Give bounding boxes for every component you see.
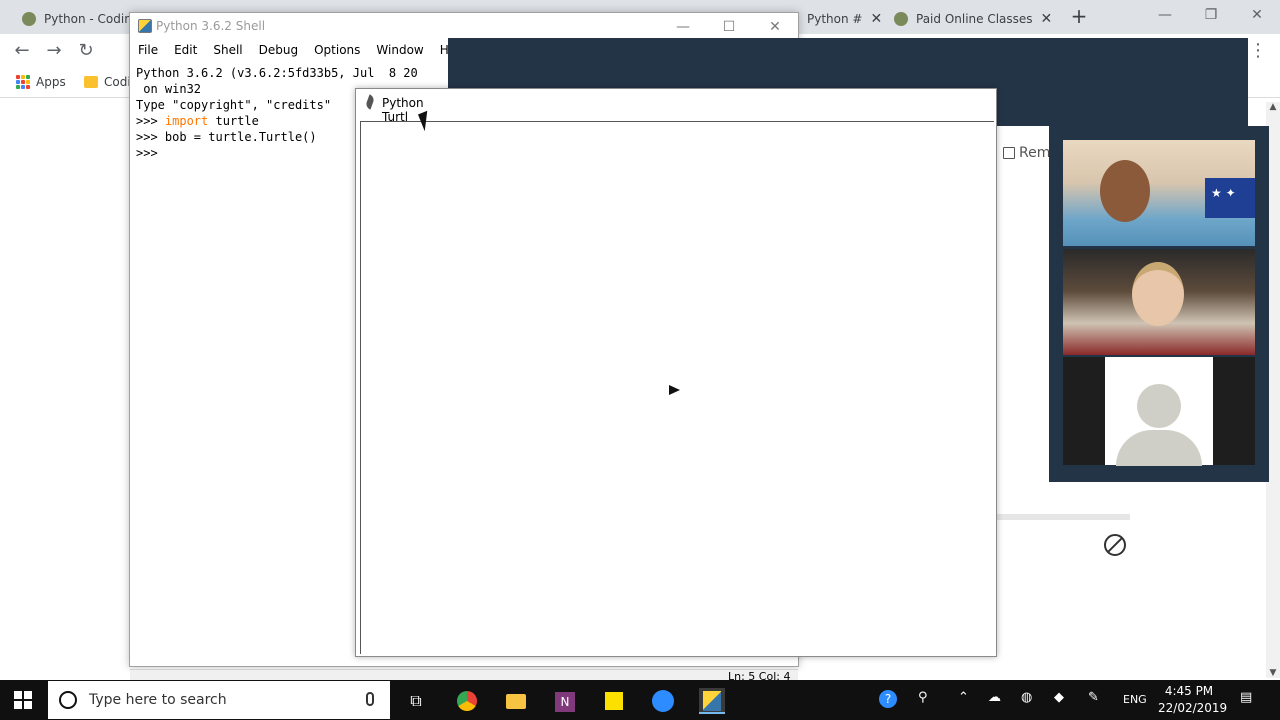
- chrome-icon[interactable]: [454, 688, 480, 714]
- menu-edit[interactable]: Edit: [166, 41, 205, 61]
- browser-restore-button[interactable]: ❐: [1188, 4, 1234, 28]
- feather-icon: [364, 94, 376, 110]
- folder-icon: [84, 76, 98, 88]
- cortana-icon: [59, 691, 77, 709]
- taskbar-clock[interactable]: 4:45 PM 22/02/2019: [1158, 683, 1228, 717]
- chevron-up-icon[interactable]: ⌃: [958, 690, 969, 705]
- browser-close-button[interactable]: ✕: [1234, 4, 1280, 28]
- microphone-icon[interactable]: [366, 692, 374, 706]
- menu-shell[interactable]: Shell: [205, 41, 250, 61]
- menu-file[interactable]: File: [130, 41, 166, 61]
- remove-button[interactable]: Rem: [1003, 145, 1050, 161]
- tab-label: Python - Coding: [44, 12, 130, 26]
- clock-date: 22/02/2019: [1158, 701, 1228, 715]
- shell-minimize-button[interactable]: —: [660, 15, 706, 39]
- flag-decoration: [1205, 178, 1255, 218]
- menu-options[interactable]: Options: [306, 41, 368, 61]
- bookmark-label: Codi: [104, 75, 131, 89]
- avatar-head-icon: [1137, 384, 1181, 428]
- participant-face: [1100, 160, 1150, 222]
- shell-close-button[interactable]: ✕: [752, 15, 798, 39]
- owl-favicon-icon: [22, 12, 36, 26]
- panel-divider: [996, 514, 1130, 520]
- scroll-up-arrow-icon[interactable]: ▲: [1266, 102, 1280, 112]
- file-explorer-icon[interactable]: [503, 688, 529, 714]
- zoom-icon[interactable]: [650, 688, 676, 714]
- prompt: >>>: [136, 114, 165, 128]
- bookmark-apps[interactable]: Apps: [16, 75, 66, 89]
- tab-close-icon[interactable]: ✕: [870, 11, 881, 27]
- sticky-notes-icon[interactable]: [601, 688, 627, 714]
- task-view-icon[interactable]: ⧉: [403, 688, 429, 714]
- shell-maximize-button[interactable]: ☐: [706, 15, 752, 39]
- shell-titlebar[interactable]: Python 3.6.2 Shell — ☐ ✕: [130, 13, 798, 41]
- taskbar-search-box[interactable]: Type here to search: [48, 681, 390, 719]
- windows-start-icon[interactable]: [14, 691, 32, 709]
- shell-title: Python 3.6.2 Shell: [156, 19, 266, 33]
- tab-python-coding[interactable]: Python - Coding: [14, 4, 130, 34]
- dropbox-icon[interactable]: ◆: [1054, 690, 1064, 705]
- tab-label: Paid Online Classes: [916, 12, 1033, 26]
- tab-close-icon[interactable]: ✕: [1041, 11, 1053, 27]
- bookmark-label: Apps: [36, 75, 66, 89]
- participant-face: [1132, 262, 1184, 326]
- python-icon: [138, 19, 152, 33]
- forward-arrow-icon[interactable]: →: [42, 40, 66, 62]
- browser-menu-icon[interactable]: ⋮: [1246, 40, 1270, 62]
- owl-favicon-icon: [894, 12, 908, 26]
- bookmark-coding[interactable]: Codi: [84, 75, 131, 89]
- people-icon[interactable]: ⚲: [918, 690, 928, 705]
- search-placeholder: Type here to search: [89, 692, 227, 708]
- code-text: turtle: [208, 114, 259, 128]
- block-icon[interactable]: [1104, 534, 1126, 556]
- pen-icon[interactable]: ✎: [1088, 690, 1099, 705]
- reload-icon[interactable]: ↻: [74, 40, 98, 62]
- menu-window[interactable]: Window: [368, 41, 431, 61]
- turtle-title: Python Turtl: [382, 96, 424, 124]
- help-icon[interactable]: ?: [879, 690, 897, 708]
- menu-debug[interactable]: Debug: [251, 41, 306, 61]
- notifications-icon[interactable]: ▤: [1240, 690, 1252, 705]
- keyword-import: import: [164, 114, 209, 128]
- scroll-down-arrow-icon[interactable]: ▼: [1266, 668, 1280, 678]
- onenote-icon[interactable]: N: [552, 688, 578, 714]
- onedrive-icon[interactable]: ☁: [988, 690, 1001, 705]
- new-tab-button[interactable]: +: [1066, 6, 1092, 28]
- remove-label: Rem: [1019, 145, 1051, 161]
- clock-time: 4:45 PM: [1164, 684, 1214, 698]
- python-idle-icon[interactable]: [699, 688, 725, 714]
- apps-grid-icon: [16, 75, 30, 89]
- tab-paid-online-classes[interactable]: Paid Online Classes ✕: [886, 4, 1056, 34]
- tab-label: Python #: [807, 12, 863, 26]
- browser-minimize-button[interactable]: —: [1142, 4, 1188, 28]
- save-icon: [1003, 147, 1015, 159]
- tab-python[interactable]: Python # ✕: [799, 4, 881, 34]
- turtle-arrow-icon: [669, 385, 680, 395]
- turtle-titlebar[interactable]: Python Turtl: [356, 89, 448, 124]
- python-turtle-window: Python Turtl: [355, 88, 997, 657]
- language-indicator[interactable]: ENG: [1123, 693, 1147, 706]
- back-arrow-icon[interactable]: ←: [10, 40, 34, 62]
- network-icon[interactable]: ◍: [1021, 690, 1032, 705]
